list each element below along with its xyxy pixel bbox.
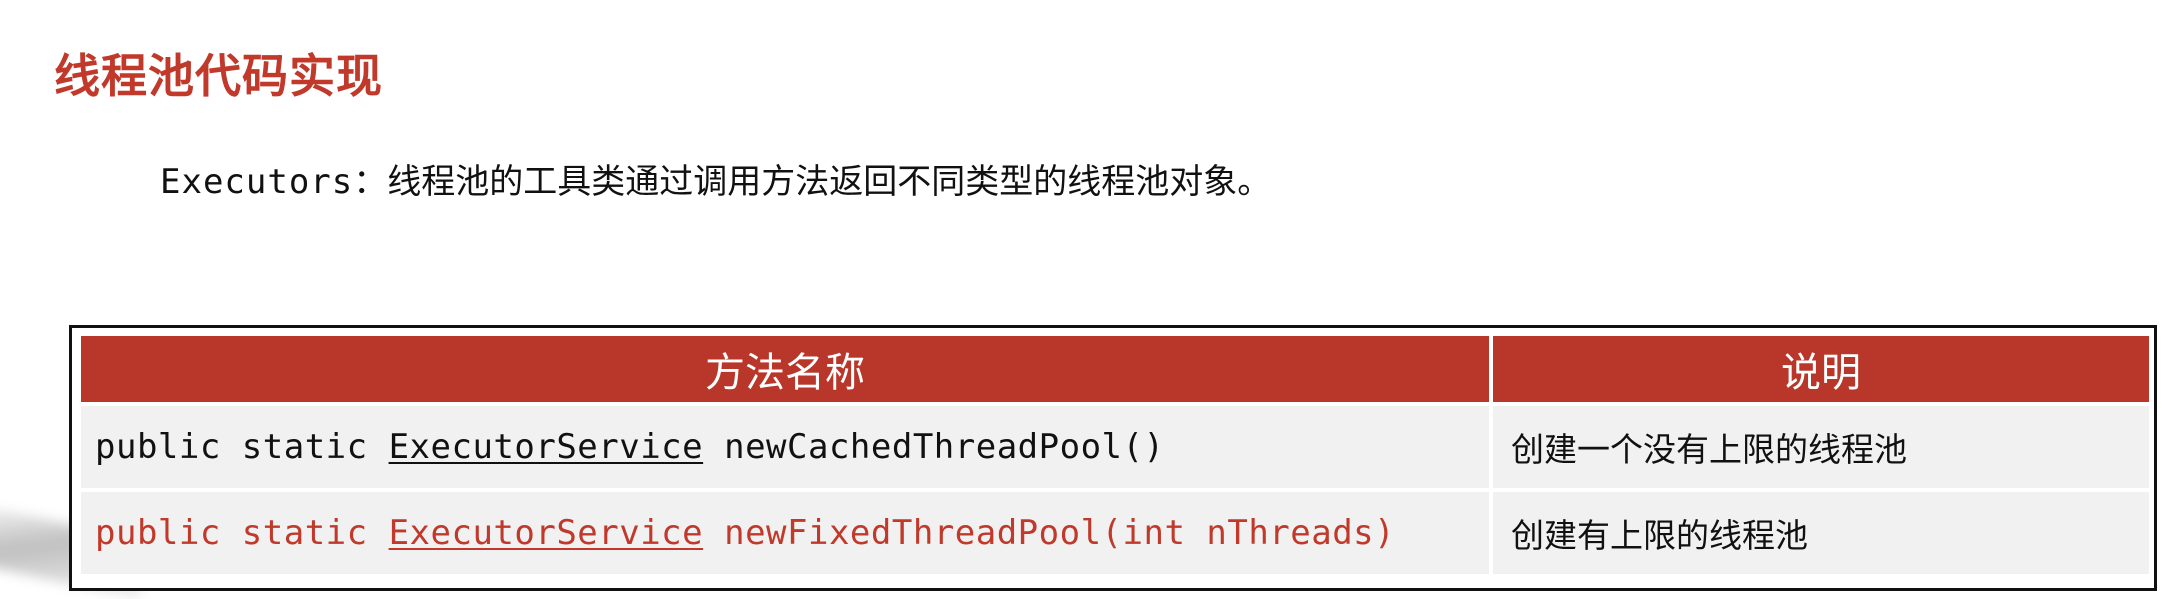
page-title: 线程池代码实现 [54,49,383,103]
intro-text: Executors：线程池的工具类通过调用方法返回不同类型的线程池对象。 [160,156,1271,208]
method-signature-cell: public static ExecutorService newCachedT… [81,406,1489,488]
method-name: newCachedThreadPool() [703,427,1165,467]
method-signature: public static ExecutorService newFixedTh… [95,513,1395,553]
table-header-row: 方法名称 说明 [81,336,2149,402]
method-modifiers: public static [95,427,389,467]
method-signature: public static ExecutorService newCachedT… [95,427,1164,467]
table-row: public static ExecutorService newFixedTh… [81,492,2149,574]
intro-description: 线程池的工具类通过调用方法返回不同类型的线程池对象。 [387,162,1272,202]
method-modifiers: public static [95,513,389,553]
header-description: 说明 [1493,336,2149,402]
methods-table: 方法名称 说明 public static ExecutorService ne… [77,332,2153,578]
return-type-link: ExecutorService [388,513,704,553]
header-method-name: 方法名称 [81,336,1489,402]
intro-keyword: Executors [160,162,354,202]
method-description: 创建有上限的线程池 [1493,492,2149,574]
method-description: 创建一个没有上限的线程池 [1493,406,2149,488]
method-signature-cell: public static ExecutorService newFixedTh… [81,492,1489,574]
intro-separator: ： [353,162,388,202]
return-type-link: ExecutorService [388,427,704,467]
table-row: public static ExecutorService newCachedT… [81,406,2149,488]
method-name: newFixedThreadPool(int nThreads) [703,513,1396,553]
